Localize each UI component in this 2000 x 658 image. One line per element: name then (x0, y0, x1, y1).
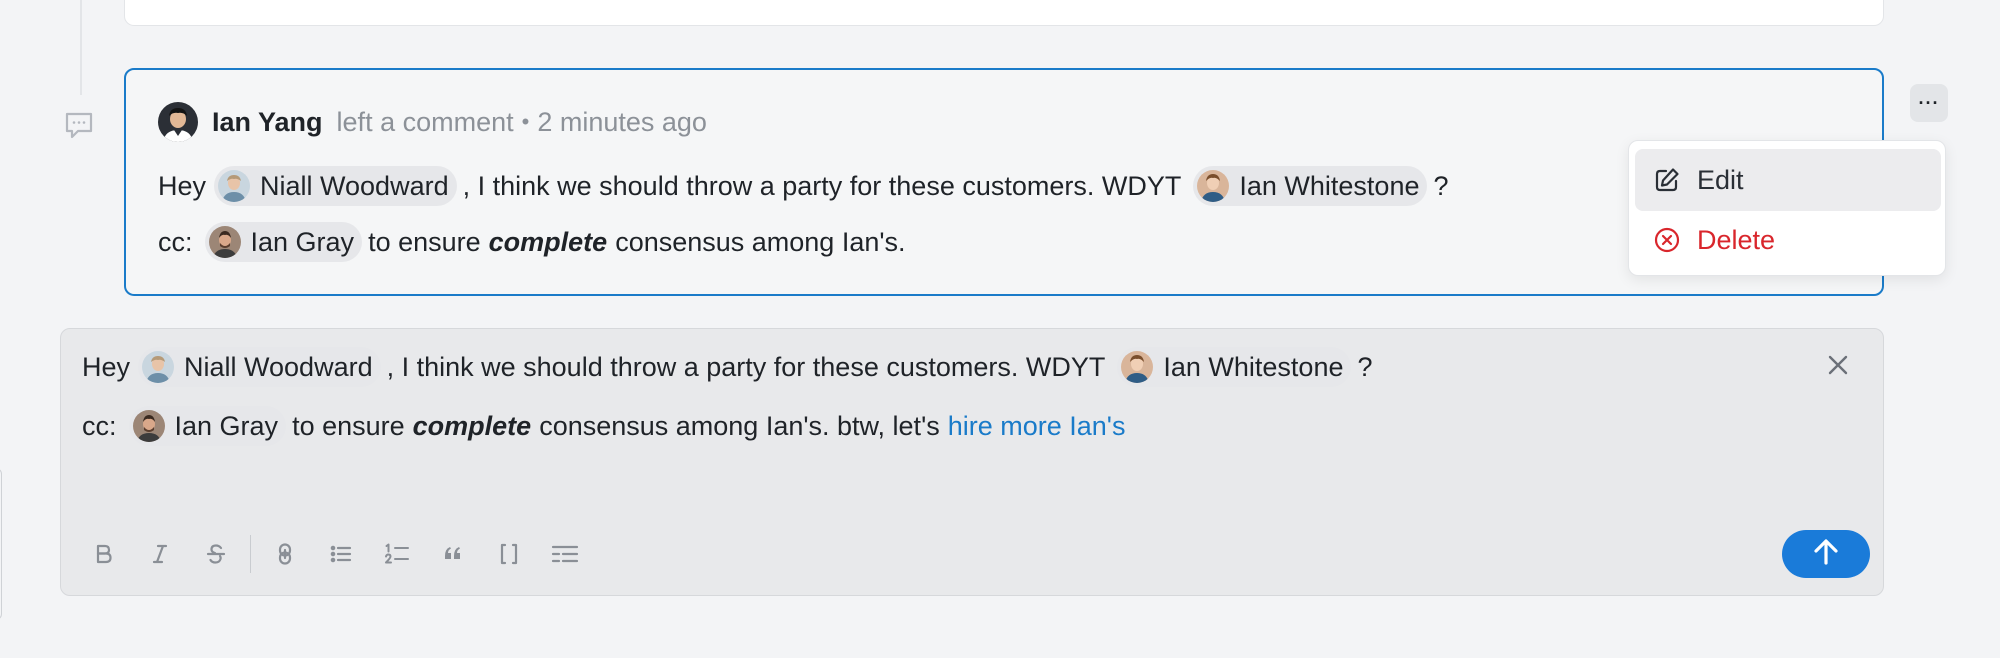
emphasized-text: complete (412, 410, 532, 441)
toolbar-divider (250, 535, 251, 573)
comment-text: consensus among Ian's. (615, 226, 906, 257)
italic-icon[interactable] (140, 534, 180, 574)
quote-icon[interactable] (433, 534, 473, 574)
comment-text: , I think we should throw a party for th… (462, 170, 1182, 201)
delete-circle-x-icon (1653, 226, 1681, 254)
comment-text: to ensure (368, 226, 481, 257)
strikethrough-icon[interactable] (196, 534, 236, 574)
mention-ian-gray[interactable]: Ian Gray (128, 406, 287, 446)
mention-niall-woodward[interactable]: Niall Woodward (138, 347, 381, 387)
editor-text-line-1[interactable]: Hey Niall Woodward , I think we should t… (82, 345, 1373, 389)
previous-comment-card (124, 0, 1884, 26)
menu-item-label: Delete (1697, 224, 1776, 255)
editor-text: Hey (82, 351, 131, 382)
comment-timestamp: 2 minutes ago (537, 106, 707, 137)
bold-icon[interactable] (84, 534, 124, 574)
comment-text: Hey (158, 170, 207, 201)
comment-text: cc: (158, 226, 193, 257)
comment-action-text: left a comment (336, 106, 514, 137)
mention-name: Ian Gray (174, 410, 279, 441)
editor-text: consensus among Ian's. btw, let's (539, 410, 940, 441)
link-icon[interactable] (265, 534, 305, 574)
separator-dot: • (521, 109, 530, 134)
comment-header: Ian Yang left a comment • 2 minutes ago (158, 102, 707, 142)
thread-line (80, 0, 82, 95)
menu-item-edit[interactable]: Edit (1635, 149, 1941, 211)
comment-text: ? (1433, 170, 1449, 201)
editor-text: , I think we should throw a party for th… (386, 351, 1106, 382)
mention-ian-whitestone[interactable]: Ian Whitestone (1193, 166, 1428, 206)
mention-ian-whitestone[interactable]: Ian Whitestone (1117, 347, 1352, 387)
inline-link[interactable]: hire more Ian's (948, 411, 1126, 442)
send-button[interactable] (1782, 530, 1870, 578)
comment-text-line-2: cc: Ian Gray to ensure complete consensu… (158, 220, 906, 264)
mention-avatar (218, 170, 251, 202)
mention-avatar (208, 226, 241, 258)
comment-bubble-icon (63, 110, 95, 140)
formatting-toolbar (84, 534, 601, 574)
editor-text: cc: (82, 410, 117, 441)
mention-avatar (142, 351, 175, 383)
mention-name: Niall Woodward (260, 170, 449, 201)
comment-card[interactable]: Ian Yang left a comment • 2 minutes ago … (124, 68, 1884, 296)
comment-context-menu: Edit Delete (1628, 140, 1946, 276)
arrow-up-icon (1810, 536, 1842, 573)
emphasized-text: complete (488, 226, 608, 257)
edit-icon (1653, 166, 1681, 194)
editor-text: ? (1357, 351, 1373, 382)
more-icon: ··· (1918, 92, 1940, 113)
checklist-icon[interactable] (545, 534, 585, 574)
editor-text-line-2[interactable]: cc: Ian Gray to ensure complete consensu… (82, 404, 1125, 448)
mention-avatar (1121, 351, 1154, 383)
comment-text-line-1: Hey Niall Woodward , I think we should t… (158, 164, 1449, 208)
mention-niall-woodward[interactable]: Niall Woodward (214, 166, 457, 206)
bullet-list-icon[interactable] (321, 534, 361, 574)
more-options-button[interactable]: ··· (1910, 84, 1948, 122)
author-avatar[interactable] (158, 102, 198, 142)
mention-name: Ian Gray (250, 226, 355, 257)
mention-name: Ian Whitestone (1163, 351, 1344, 382)
close-editor-icon[interactable] (1821, 348, 1855, 382)
mention-name: Niall Woodward (184, 351, 373, 382)
code-icon[interactable] (489, 534, 529, 574)
mention-name: Ian Whitestone (1239, 170, 1420, 201)
mention-avatar (1197, 170, 1230, 202)
mention-ian-gray[interactable]: Ian Gray (204, 222, 363, 262)
numbered-list-icon[interactable] (377, 534, 417, 574)
editor-text: to ensure (292, 410, 405, 441)
left-panel-edge (0, 468, 2, 620)
mention-avatar (132, 410, 165, 442)
menu-item-label: Edit (1697, 164, 1744, 195)
menu-item-delete[interactable]: Delete (1635, 209, 1941, 271)
author-name[interactable]: Ian Yang (212, 107, 323, 138)
